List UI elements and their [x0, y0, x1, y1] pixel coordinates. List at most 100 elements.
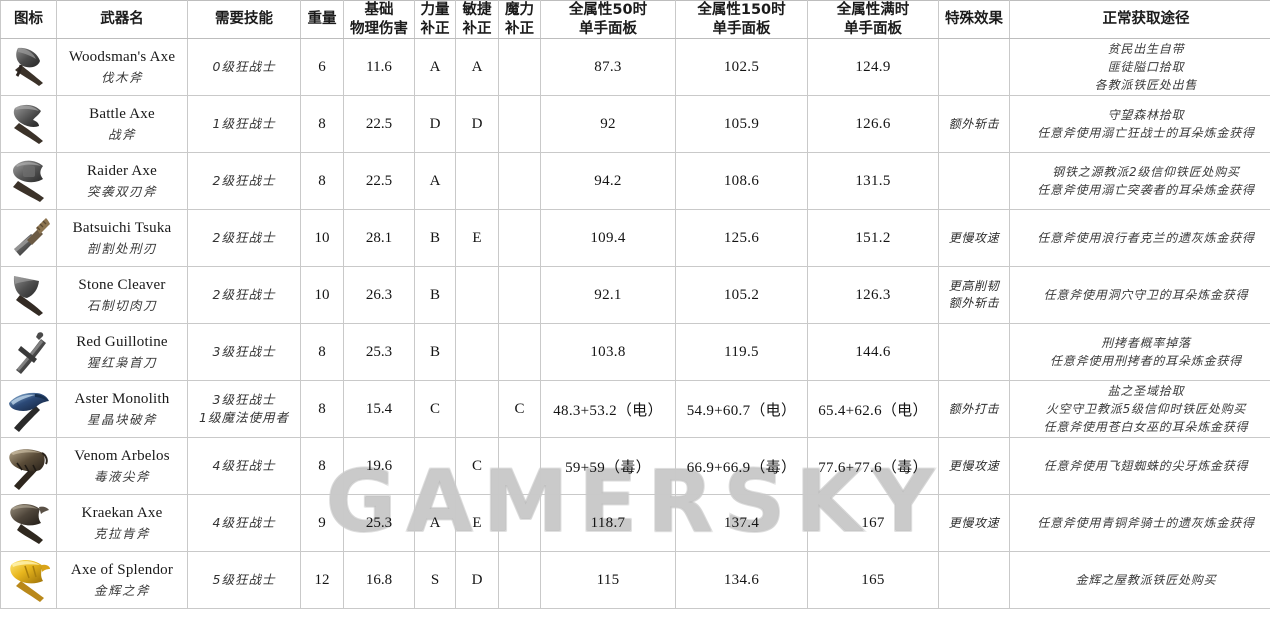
magic-scaling-cell [498, 323, 541, 381]
required-skill-cell: 0级狂战士 [187, 38, 301, 96]
header-magic: 魔力 补正 [498, 0, 541, 39]
special-effect-cell: 更高削韧 额外斩击 [938, 266, 1010, 324]
acquire-cell: 守望森林拾取 任意斧使用溺亡狂战士的耳朵炼金获得 [1009, 95, 1270, 153]
effect-line: 更慢攻速 [948, 458, 1000, 473]
acquire-text: 任意斧使用浪行者克兰的遗灰炼金获得 [1010, 229, 1270, 247]
acquire-line: 守望森林拾取 [1107, 108, 1185, 122]
required-skill-cell: 5级狂战士 [187, 551, 301, 609]
panel-150-cell: 119.5 [675, 323, 808, 381]
weapon-icon-cell [0, 209, 57, 267]
skill-line: 4级狂战士 [212, 514, 276, 530]
magic-scaling-cell [498, 152, 541, 210]
special-effect-cell [938, 152, 1010, 210]
effect-line: 额外斩击 [948, 116, 1000, 131]
effect-line: 额外斩击 [948, 296, 1000, 310]
base-damage-cell: 11.6 [343, 38, 415, 96]
acquire-line: 匪徒隘口拾取 [1107, 60, 1185, 74]
acquire-text: 任意斧使用飞翅蜘蛛的尖牙炼金获得 [1010, 457, 1270, 475]
acquire-line: 盐之圣域拾取 [1107, 384, 1185, 398]
acquire-cell: 任意斧使用飞翅蜘蛛的尖牙炼金获得 [1009, 437, 1270, 495]
red-guillotine-icon [5, 327, 53, 377]
magic-scaling-cell: C [498, 380, 541, 438]
special-effect-text: 更慢攻速 [939, 230, 1009, 247]
panel-50-cell: 94.2 [540, 152, 676, 210]
header-strength: 力量 补正 [414, 0, 456, 39]
weapon-name-en: Woodsman's Axe [68, 48, 176, 65]
magic-scaling-cell [498, 494, 541, 552]
table-row: Woodsman's Axe 伐木斧 0级狂战士 6 11.6 A A 87.3… [0, 38, 1270, 96]
weight-cell: 8 [300, 323, 344, 381]
header-panel-max: 全属性满时 单手面板 [807, 0, 939, 39]
effect-line: 更高削韧 [948, 279, 1000, 294]
acquire-line: 金辉之屋教派铁匠处购买 [1075, 573, 1217, 587]
acquire-text: 任意斧使用洞穴守卫的耳朵炼金获得 [1010, 286, 1270, 304]
strength-scaling-cell: S [414, 551, 456, 609]
panel-max-cell: 77.6+77.6（毒） [807, 437, 939, 495]
weight-cell: 10 [300, 209, 344, 267]
panel-150-cell: 102.5 [675, 38, 808, 96]
weight-cell: 8 [300, 95, 344, 153]
magic-scaling-cell [498, 551, 541, 609]
special-effect-text: 更慢攻速 [939, 458, 1009, 475]
weapon-name-cn: 石制切肉刀 [86, 298, 157, 314]
magic-scaling-cell [498, 209, 541, 267]
panel-max-cell: 165 [807, 551, 939, 609]
weapon-icon-cell [0, 38, 57, 96]
weapon-name-en: Battle Axe [89, 105, 155, 122]
weapon-name-cell: Aster Monolith 星晶块破斧 [56, 380, 188, 438]
weapon-name-cn: 星晶块破斧 [86, 412, 157, 428]
magic-scaling-cell [498, 95, 541, 153]
acquire-cell: 盐之圣域拾取 火空守卫教派5级信仰时铁匠处购买 任意斧使用苍白女巫的耳朵炼金获得 [1009, 380, 1270, 438]
table-body: Woodsman's Axe 伐木斧 0级狂战士 6 11.6 A A 87.3… [0, 38, 1270, 609]
dexterity-scaling-cell: E [455, 209, 499, 267]
skill-line: 1级魔法使用者 [199, 410, 289, 425]
weapon-name-en: Venom Arbelos [74, 447, 170, 464]
weapon-icon-cell [0, 266, 57, 324]
table-row: Red Guillotine 猩红枭首刀 3级狂战士 8 25.3 B 103.… [0, 323, 1270, 381]
required-skill-cell: 2级狂战士 [187, 152, 301, 210]
batsuichi-tsuka-icon [5, 213, 53, 263]
weapon-name-cn: 克拉肯斧 [93, 526, 150, 542]
acquire-cell: 刑拷者概率掉落 任意斧使用刑拷者的耳朵炼金获得 [1009, 323, 1270, 381]
strength-scaling-cell: B [414, 323, 456, 381]
acquire-line: 贫民出生自带 [1107, 42, 1185, 56]
skill-line: 4级狂战士 [212, 457, 276, 473]
panel-max-cell: 124.9 [807, 38, 939, 96]
skill-line: 5级狂战士 [212, 571, 276, 587]
weapon-name-cell: Batsuichi Tsuka 剖割处刑刃 [56, 209, 188, 267]
acquire-line: 任意斧使用飞翅蜘蛛的尖牙炼金获得 [1043, 459, 1249, 473]
weapon-name-cell: Stone Cleaver 石制切肉刀 [56, 266, 188, 324]
acquire-cell: 任意斧使用青铜斧骑士的遗灰炼金获得 [1009, 494, 1270, 552]
weapon-icon-cell [0, 323, 57, 381]
panel-50-cell: 87.3 [540, 38, 676, 96]
required-skill-text: 4级狂战士 [188, 514, 300, 532]
table-row: Venom Arbelos 毒液尖斧 4级狂战士 8 19.6 C 59+59（… [0, 437, 1270, 495]
weapon-name-cn: 伐木斧 [100, 70, 143, 86]
header-damage: 基础 物理伤害 [343, 0, 415, 39]
panel-max-cell: 126.3 [807, 266, 939, 324]
header-panel-150: 全属性150时 单手面板 [675, 0, 808, 39]
weapon-table-page: GAMERSKY 图标 武器名 需要技能 重量 基础 物理伤害 力量 补正 敏捷 补正… [0, 0, 1270, 626]
required-skill-text: 3级狂战士 1级魔法使用者 [188, 391, 300, 427]
strength-scaling-cell: C [414, 380, 456, 438]
axe-weapons-table: 图标 武器名 需要技能 重量 基础 物理伤害 力量 补正 敏捷 补正 魔力 补正 全属性… [0, 0, 1270, 609]
panel-max-cell: 167 [807, 494, 939, 552]
weapon-name-en: Aster Monolith [74, 390, 170, 407]
required-skill-cell: 2级狂战士 [187, 266, 301, 324]
effect-line: 更慢攻速 [948, 515, 1000, 530]
weapon-icon-cell [0, 380, 57, 438]
acquire-text: 金辉之屋教派铁匠处购买 [1010, 571, 1270, 589]
panel-max-cell: 144.6 [807, 323, 939, 381]
required-skill-cell: 4级狂战士 [187, 437, 301, 495]
acquire-cell: 任意斧使用浪行者克兰的遗灰炼金获得 [1009, 209, 1270, 267]
acquire-line: 任意斧使用青铜斧骑士的遗灰炼金获得 [1037, 516, 1255, 530]
table-row: Batsuichi Tsuka 剖割处刑刃 2级狂战士 10 28.1 B E … [0, 209, 1270, 267]
panel-50-cell: 115 [540, 551, 676, 609]
base-damage-cell: 16.8 [343, 551, 415, 609]
header-effect: 特殊效果 [938, 0, 1010, 39]
strength-scaling-cell: D [414, 95, 456, 153]
acquire-cell: 贫民出生自带 匪徒隘口拾取 各教派铁匠处出售 [1009, 38, 1270, 96]
kraekan-axe-icon [5, 498, 53, 548]
acquire-text: 刑拷者概率掉落 任意斧使用刑拷者的耳朵炼金获得 [1010, 334, 1270, 370]
panel-150-cell: 125.6 [675, 209, 808, 267]
